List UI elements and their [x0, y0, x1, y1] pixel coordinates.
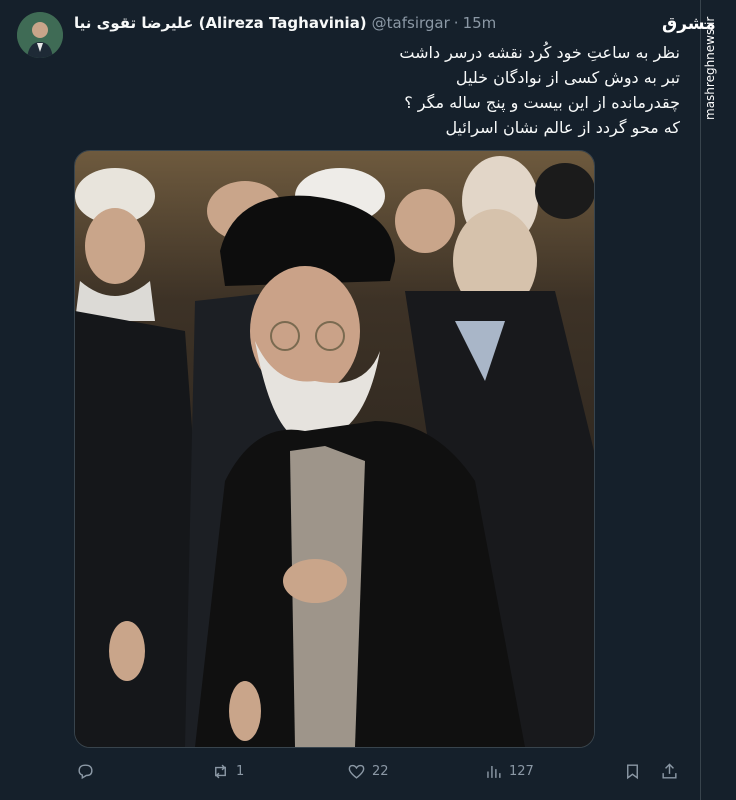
like-count: 22: [372, 764, 389, 779]
tweet-time[interactable]: 15m: [463, 14, 497, 32]
reply-button[interactable]: [76, 762, 95, 781]
column-divider: [700, 0, 701, 800]
avatar-image: [17, 12, 63, 58]
views-count: 127: [509, 764, 534, 779]
tweet-header: علیرضا تقوی نیا (Alireza Taghavinia) @ta…: [74, 14, 496, 32]
views-button[interactable]: 127: [484, 762, 534, 781]
tweet-line-4: که محو گردد از عالم نشان اسرائیل: [445, 118, 680, 137]
retweet-button[interactable]: 1: [211, 762, 244, 781]
watermark-logo: مشرق: [662, 14, 716, 34]
heart-icon: [348, 764, 365, 779]
tweet-line-1: نظر به ساعتِ خود کُرد نقشه درسر داشت: [399, 43, 680, 62]
bookmark-button[interactable]: [623, 762, 642, 781]
watermark-site: mashreghnews.ir: [703, 16, 717, 120]
tweet-actions: 1 22 127: [74, 762, 684, 786]
reply-icon: [78, 764, 93, 780]
retweet-icon: [215, 764, 226, 779]
views-icon: [487, 765, 501, 778]
tweet-line-3: چقدرمانده از این بیست و پنج ساله مگر ؟: [404, 93, 680, 112]
avatar[interactable]: [17, 12, 63, 58]
like-button[interactable]: 22: [347, 762, 389, 781]
tweet-photo[interactable]: [74, 150, 595, 748]
share-button[interactable]: [660, 762, 679, 781]
retweet-count: 1: [236, 764, 245, 779]
tweet-article[interactable]: علیرضا تقوی نیا (Alireza Taghavinia) @ta…: [0, 0, 700, 800]
separator: ·: [453, 14, 459, 32]
bookmark-icon: [627, 764, 638, 780]
photo-image: [75, 151, 594, 747]
share-icon: [662, 763, 677, 779]
author-handle[interactable]: @tafsirgar: [372, 14, 450, 32]
tweet-text: نظر به ساعتِ خود کُرد نقشه درسر داشت تبر…: [300, 40, 680, 140]
tweet-line-2: تبر به دوش کسی از نوادگان خلیل: [455, 68, 680, 87]
author-name[interactable]: علیرضا تقوی نیا (Alireza Taghavinia): [74, 14, 367, 32]
